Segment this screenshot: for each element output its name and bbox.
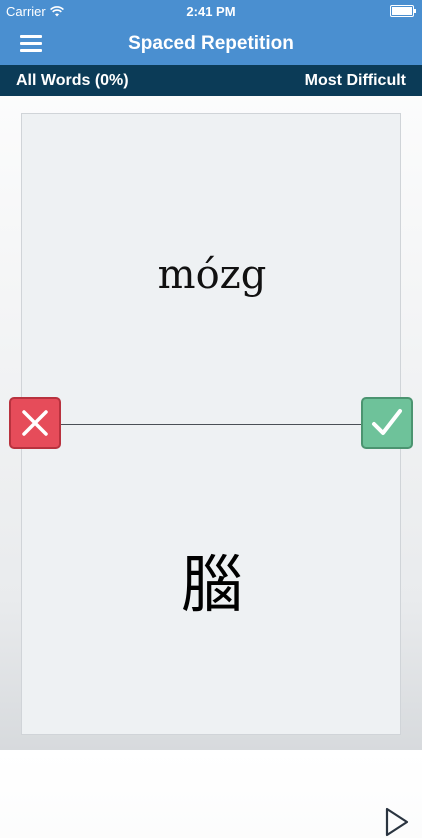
flashcard-word: mózg xyxy=(157,252,267,298)
word-set-selector[interactable]: All Words (0%) xyxy=(16,72,129,90)
flashcard-translation: 腦 xyxy=(180,548,243,621)
battery-icon xyxy=(390,5,416,17)
status-bar: Carrier 2:41 PM xyxy=(0,0,422,22)
close-icon xyxy=(22,410,48,436)
wrong-button[interactable] xyxy=(9,397,61,449)
status-time: 2:41 PM xyxy=(186,4,236,19)
nav-bar: Spaced Repetition xyxy=(0,22,422,65)
correct-button[interactable] xyxy=(361,397,413,449)
sort-selector[interactable]: Most Difficult xyxy=(305,72,406,90)
card-divider xyxy=(60,424,362,425)
check-icon xyxy=(372,409,402,435)
play-icon[interactable] xyxy=(382,806,412,838)
page-title: Spaced Repetition xyxy=(128,33,294,54)
filter-bar: All Words (0%) Most Difficult xyxy=(0,65,422,96)
